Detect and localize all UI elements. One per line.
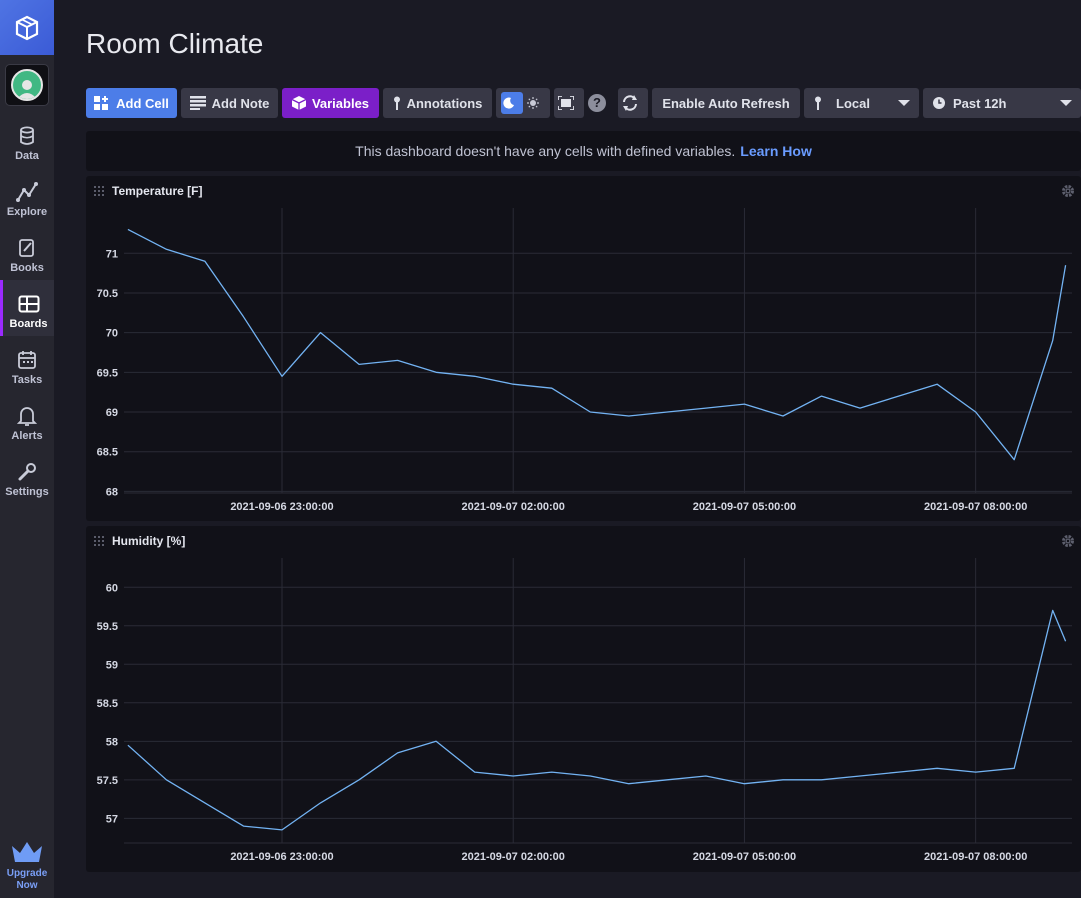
y-tick-label: 60	[106, 582, 118, 594]
sidebar-item-explore[interactable]: Explore	[0, 176, 54, 232]
sidebar-item-boards[interactable]: Boards	[0, 280, 54, 336]
sidebar-item-label: Alerts	[11, 430, 43, 442]
presentation-mode-button[interactable]	[554, 88, 584, 118]
y-tick-label: 68	[106, 486, 118, 498]
variables-notice: This dashboard doesn't have any cells wi…	[86, 131, 1081, 171]
theme-toggle[interactable]	[496, 88, 550, 118]
time-range-value: Past 12h	[953, 95, 1007, 111]
y-tick-label: 57	[106, 813, 118, 825]
influxdb-logo[interactable]	[0, 0, 54, 55]
database-icon	[19, 124, 35, 148]
user-avatar-button[interactable]	[5, 64, 49, 106]
x-tick-label: 2021-09-06 23:00:00	[230, 501, 333, 513]
y-tick-label: 59.5	[97, 621, 118, 633]
auto-refresh-label: Enable Auto Refresh	[662, 95, 790, 111]
sidebar-item-label: Tasks	[11, 374, 43, 386]
annotations-button[interactable]: Annotations	[383, 88, 492, 118]
variables-button[interactable]: Variables	[282, 88, 379, 118]
x-tick-label: 2021-09-07 02:00:00	[462, 501, 565, 513]
timezone-pin-icon	[815, 96, 821, 110]
refresh-icon	[623, 95, 637, 111]
calendar-icon	[17, 348, 37, 372]
time-range-dropdown[interactable]: Past 12h	[923, 88, 1081, 118]
y-tick-label: 58	[106, 736, 118, 748]
upgrade-now-button[interactable]: Upgrade Now	[0, 841, 54, 892]
sidebar-item-label: Settings	[5, 486, 49, 498]
dashboard-cell-humidity: Humidity [%] 57 57.5 58 58.5 59 59.5 60 2021-09…	[86, 526, 1081, 872]
x-tick-label: 2021-09-07 08:00:00	[924, 501, 1027, 513]
sidebar-item-label: Data	[15, 150, 39, 162]
sidebar-item-alerts[interactable]: Alerts	[0, 400, 54, 456]
y-tick-label: 68.5	[97, 447, 118, 459]
y-tick-label: 58.5	[97, 698, 118, 710]
chevron-down-icon	[1060, 100, 1072, 106]
y-tick-label: 70.5	[97, 288, 118, 300]
sidebar-item-tasks[interactable]: Tasks	[0, 344, 54, 400]
variables-label: Variables	[311, 95, 370, 111]
upgrade-label: Upgrade	[6, 868, 48, 879]
notice-text: This dashboard doesn't have any cells wi…	[355, 143, 736, 159]
annotations-label: Annotations	[406, 95, 483, 111]
temperature-chart[interactable]: 68 68.5 69 69.5 70 70.5 71 2021-09-06 23:00:00 2…	[86, 176, 1081, 521]
x-tick-label: 2021-09-07 05:00:00	[693, 501, 796, 513]
humidity-chart[interactable]: 57 57.5 58 58.5 59 59.5 60 2021-09-06 23:00:00 2…	[86, 526, 1081, 872]
sidebar-item-label: Boards	[9, 318, 48, 330]
bell-icon	[17, 404, 37, 428]
series-line[interactable]	[127, 228, 1067, 461]
sidebar: Data Explore Books Boards Tasks Alerts S…	[0, 0, 54, 898]
cube-icon	[291, 96, 306, 110]
add-cell-label: Add Cell	[116, 95, 169, 111]
crown-icon	[12, 842, 42, 862]
fullscreen-icon	[558, 96, 574, 110]
note-lines-icon	[189, 96, 206, 110]
y-tick-label: 70	[106, 328, 118, 340]
y-tick-label: 69	[106, 407, 118, 419]
enable-auto-refresh-button[interactable]: Enable Auto Refresh	[652, 88, 800, 118]
sidebar-item-label: Books	[10, 262, 44, 274]
add-cell-button[interactable]: Add Cell	[86, 88, 177, 118]
learn-how-link[interactable]: Learn How	[740, 143, 812, 159]
notebook-icon	[18, 236, 36, 260]
sidebar-item-settings[interactable]: Settings	[0, 456, 54, 512]
upgrade-label-now: Now	[16, 880, 38, 891]
sidebar-item-label: Explore	[6, 206, 48, 218]
influx-cube-icon	[15, 15, 39, 40]
explore-graph-icon	[16, 180, 38, 204]
add-cell-icon	[94, 96, 109, 110]
help-icon[interactable]: ?	[588, 94, 606, 112]
user-icon	[17, 80, 37, 99]
refresh-button[interactable]	[618, 88, 648, 118]
y-tick-label: 57.5	[97, 775, 118, 787]
x-tick-label: 2021-09-07 08:00:00	[924, 851, 1027, 863]
x-tick-label: 2021-09-07 02:00:00	[462, 851, 565, 863]
add-note-label: Add Note	[211, 95, 270, 111]
sidebar-item-data[interactable]: Data	[0, 120, 54, 176]
clock-icon	[933, 97, 945, 109]
y-tick-label: 69.5	[97, 367, 118, 379]
x-tick-label: 2021-09-07 05:00:00	[693, 851, 796, 863]
dark-mode-moon-icon[interactable]	[501, 92, 523, 114]
dashboard-icon	[18, 292, 40, 316]
chevron-down-icon	[898, 100, 910, 106]
page-title: Room Climate	[86, 28, 264, 59]
wrench-icon	[17, 460, 37, 484]
add-note-button[interactable]: Add Note	[181, 88, 278, 118]
timezone-dropdown[interactable]: Local	[804, 88, 919, 118]
timezone-value: Local	[836, 95, 870, 111]
x-tick-label: 2021-09-06 23:00:00	[230, 851, 333, 863]
light-mode-sun-icon[interactable]	[527, 94, 545, 112]
y-tick-label: 71	[106, 248, 118, 260]
dashboard-cell-temperature: Temperature [F] 68 68.5 69 69.5 70 70.5 71 2021…	[86, 176, 1081, 521]
annotation-pin-icon	[393, 96, 400, 110]
y-tick-label: 59	[106, 659, 118, 671]
avatar	[11, 69, 43, 101]
series-line[interactable]	[127, 609, 1067, 831]
